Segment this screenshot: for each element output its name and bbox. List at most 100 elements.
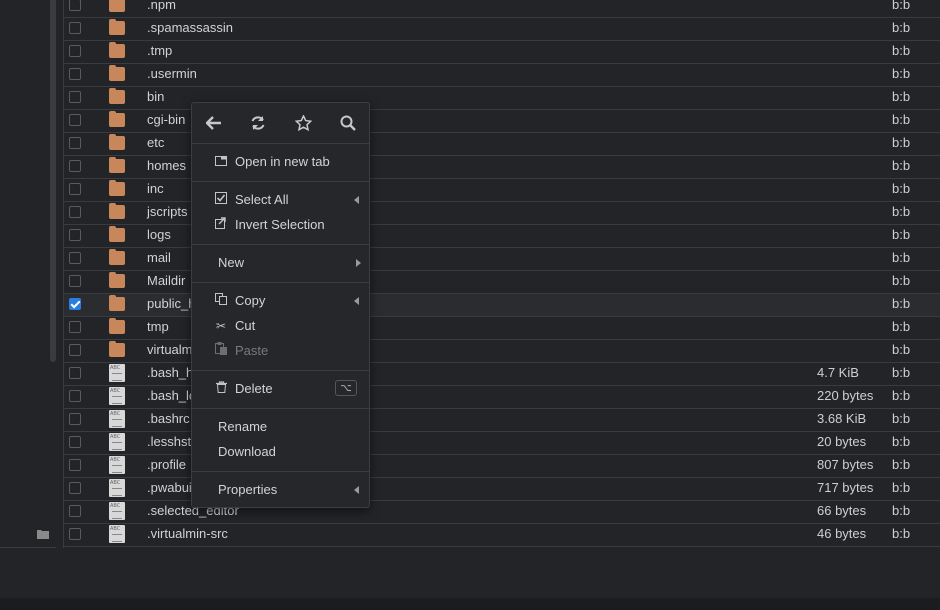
file-name[interactable]: .virtualmin-src bbox=[147, 526, 228, 541]
row-checkbox[interactable] bbox=[69, 321, 81, 333]
sidebar-divider bbox=[0, 547, 56, 548]
file-owner: b:b bbox=[892, 181, 911, 196]
row-checkbox[interactable] bbox=[69, 275, 81, 287]
row-checkbox[interactable] bbox=[69, 344, 81, 356]
file-owner: b:b bbox=[892, 457, 911, 472]
file-name[interactable]: tmp bbox=[147, 319, 169, 334]
file-owner: b:b bbox=[892, 227, 911, 242]
file-name[interactable]: Maildir bbox=[147, 273, 185, 288]
file-name[interactable]: etc bbox=[147, 135, 164, 150]
file-name[interactable]: .profile bbox=[147, 457, 186, 472]
favorite-button[interactable] bbox=[292, 113, 314, 133]
file-owner: b:b bbox=[892, 526, 911, 541]
row-checkbox[interactable] bbox=[69, 45, 81, 57]
file-name[interactable]: .npm bbox=[147, 0, 176, 12]
row-checkbox[interactable] bbox=[69, 367, 81, 379]
file-name[interactable]: logs bbox=[147, 227, 171, 242]
menu-item-rename[interactable]: Rename bbox=[192, 415, 369, 439]
row-checkbox[interactable] bbox=[69, 91, 81, 103]
table-row[interactable]: .virtualmin-src 46 bytes b:b bbox=[64, 524, 940, 547]
star-icon bbox=[294, 114, 312, 135]
row-checkbox[interactable] bbox=[69, 22, 81, 34]
row-checkbox[interactable] bbox=[69, 413, 81, 425]
refresh-button[interactable] bbox=[247, 113, 269, 133]
table-row[interactable]: .npm b:b bbox=[64, 0, 940, 18]
file-size: 66 bytes bbox=[817, 503, 867, 518]
menu-item-delete[interactable]: Delete ⌥ bbox=[192, 377, 369, 401]
file-name[interactable]: virtualm bbox=[147, 342, 193, 357]
menu-separator bbox=[192, 143, 369, 144]
context-menu-toolbar bbox=[192, 103, 369, 143]
folder-icon[interactable] bbox=[34, 527, 52, 545]
menu-item-properties[interactable]: Properties bbox=[192, 478, 369, 502]
file-name[interactable]: cgi-bin bbox=[147, 112, 185, 127]
menu-item-new[interactable]: New bbox=[192, 251, 369, 275]
row-checkbox[interactable] bbox=[69, 114, 81, 126]
table-row[interactable]: .tmp b:b bbox=[64, 41, 940, 64]
row-checkbox[interactable] bbox=[69, 482, 81, 494]
folder-icon bbox=[109, 42, 125, 58]
search-button[interactable] bbox=[337, 113, 359, 133]
file-name[interactable]: .bashrc bbox=[147, 411, 190, 426]
file-name[interactable]: .lesshst bbox=[147, 434, 191, 449]
menu-item-download[interactable]: Download bbox=[192, 440, 369, 464]
file-name[interactable]: bin bbox=[147, 89, 164, 104]
row-checkbox[interactable] bbox=[69, 436, 81, 448]
file-owner: b:b bbox=[892, 250, 911, 265]
file-name[interactable]: .pwabui bbox=[147, 480, 192, 495]
file-owner: b:b bbox=[892, 365, 911, 380]
file-name[interactable]: .usermin bbox=[147, 66, 197, 81]
row-checkbox[interactable] bbox=[69, 229, 81, 241]
delete-shortcut-key: ⌥ bbox=[335, 380, 357, 396]
file-owner: b:b bbox=[892, 89, 911, 104]
folder-icon bbox=[109, 111, 125, 127]
file-name[interactable]: .tmp bbox=[147, 43, 172, 58]
row-checkbox[interactable] bbox=[69, 183, 81, 195]
bottom-bar bbox=[0, 598, 940, 610]
file-owner: b:b bbox=[892, 411, 911, 426]
row-checkbox[interactable] bbox=[69, 0, 81, 11]
file-name[interactable]: .spamassassin bbox=[147, 20, 233, 35]
row-checkbox[interactable] bbox=[69, 160, 81, 172]
file-owner: b:b bbox=[892, 273, 911, 288]
file-owner: b:b bbox=[892, 434, 911, 449]
file-owner: b:b bbox=[892, 135, 911, 150]
menu-item-invert-selection[interactable]: Invert Selection bbox=[192, 213, 369, 237]
back-button[interactable] bbox=[203, 113, 225, 133]
row-checkbox[interactable] bbox=[69, 137, 81, 149]
table-row[interactable]: .spamassassin b:b bbox=[64, 18, 940, 41]
sidebar-scrollbar[interactable] bbox=[50, 0, 56, 362]
menu-item-open-new-tab[interactable]: Open in new tab bbox=[192, 150, 369, 174]
new-tab-icon bbox=[214, 150, 228, 174]
row-checkbox[interactable] bbox=[69, 528, 81, 540]
menu-item-select-all[interactable]: Select All bbox=[192, 188, 369, 212]
row-checkbox[interactable] bbox=[69, 298, 81, 310]
file-owner: b:b bbox=[892, 388, 911, 403]
menu-item-copy[interactable]: Copy bbox=[192, 289, 369, 313]
file-owner: b:b bbox=[892, 342, 911, 357]
file-size: 717 bytes bbox=[817, 480, 874, 495]
paste-icon bbox=[214, 339, 228, 363]
file-name[interactable]: inc bbox=[147, 181, 164, 196]
file-name[interactable]: public_h bbox=[147, 296, 195, 311]
row-checkbox[interactable] bbox=[69, 390, 81, 402]
row-checkbox[interactable] bbox=[69, 459, 81, 471]
file-name[interactable]: .bash_lo bbox=[147, 388, 196, 403]
submenu-arrow-icon bbox=[356, 259, 361, 267]
file-name[interactable]: jscripts bbox=[147, 204, 187, 219]
menu-item-paste[interactable]: Paste bbox=[192, 339, 369, 363]
table-row[interactable]: .usermin b:b bbox=[64, 64, 940, 87]
file-owner: b:b bbox=[892, 112, 911, 127]
trash-icon bbox=[214, 377, 228, 401]
file-name[interactable]: homes bbox=[147, 158, 186, 173]
row-checkbox[interactable] bbox=[69, 68, 81, 80]
row-checkbox[interactable] bbox=[69, 252, 81, 264]
menu-item-cut[interactable]: ✂ Cut bbox=[192, 314, 369, 338]
file-size: 807 bytes bbox=[817, 457, 874, 472]
file-name[interactable]: mail bbox=[147, 250, 171, 265]
file-name[interactable]: .bash_h bbox=[147, 365, 193, 380]
file-size: 4.7 KiB bbox=[817, 365, 859, 380]
row-checkbox[interactable] bbox=[69, 206, 81, 218]
row-checkbox[interactable] bbox=[69, 505, 81, 517]
search-icon bbox=[340, 115, 356, 135]
